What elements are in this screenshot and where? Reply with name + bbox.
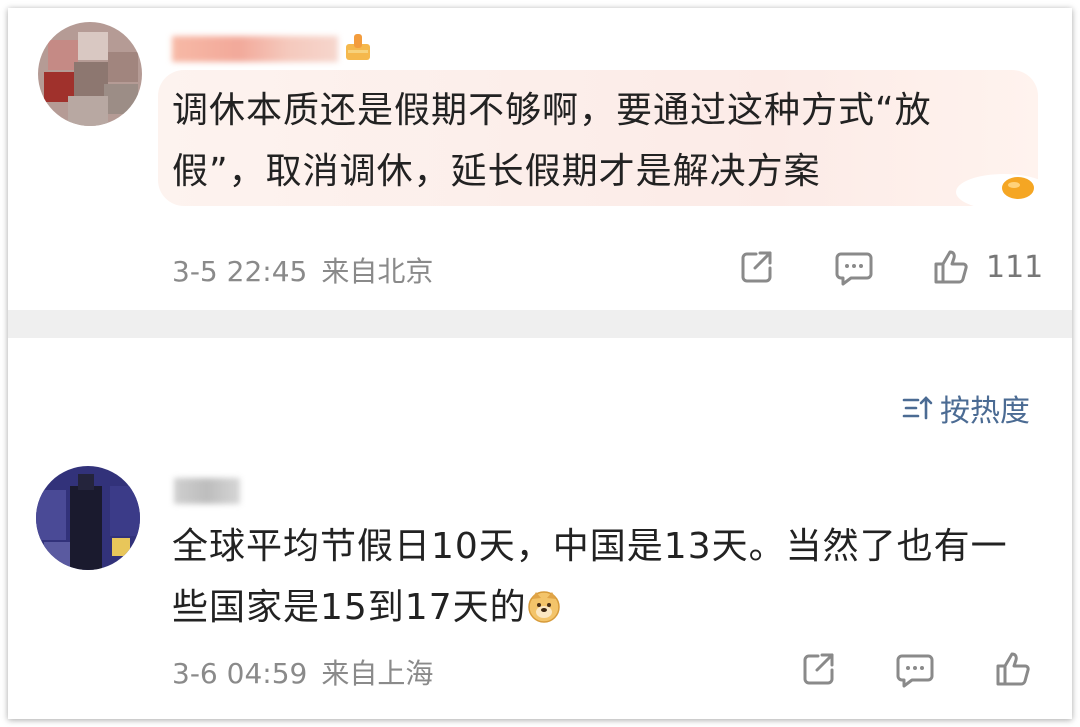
- avatar[interactable]: [36, 466, 140, 570]
- section-divider: [8, 310, 1072, 338]
- username[interactable]: [172, 36, 338, 62]
- screenshot-frame: 调休本质还是假期不够啊，要通过这种方式“放 假”，取消调休，延长假期才是解决方案…: [0, 0, 1080, 727]
- comment-time: 3-6 04:59: [172, 657, 308, 690]
- comment-icon[interactable]: [896, 652, 934, 688]
- username[interactable]: [174, 478, 240, 504]
- comment-location: 来自北京: [321, 255, 434, 288]
- thumbs-up-icon[interactable]: [994, 650, 1032, 688]
- sort-by-hot-button[interactable]: 按热度: [902, 386, 1030, 430]
- comments-card: 调休本质还是假期不够啊，要通过这种方式“放 假”，取消调休，延长假期才是解决方案…: [8, 8, 1072, 719]
- comment-meta: 3-6 04:59 来自上海: [172, 652, 433, 692]
- comment-text: 调休本质还是假期不够啊，要通过这种方式“放 假”，取消调休，延长假期才是解决方案: [172, 90, 932, 192]
- doge-emoji-icon: [527, 591, 560, 623]
- avatar[interactable]: [38, 22, 142, 126]
- like-count: 111: [986, 250, 1044, 285]
- share-icon[interactable]: [800, 650, 838, 688]
- sort-icon: [902, 396, 933, 420]
- comment-time: 3-5 22:45: [172, 255, 308, 288]
- comment-meta: 3-5 22:45 来自北京: [172, 250, 433, 290]
- comment-location: 来自上海: [321, 657, 434, 690]
- sort-label: 按热度: [940, 394, 1030, 429]
- comment-icon[interactable]: [835, 250, 873, 286]
- share-icon[interactable]: [738, 248, 776, 286]
- fan-badge-icon: [346, 34, 370, 60]
- comment-text: 全球平均节假日10天，中国是13天。当然了也有一 些国家是15到17天的: [172, 526, 1008, 628]
- thumbs-up-icon[interactable]: [932, 248, 970, 286]
